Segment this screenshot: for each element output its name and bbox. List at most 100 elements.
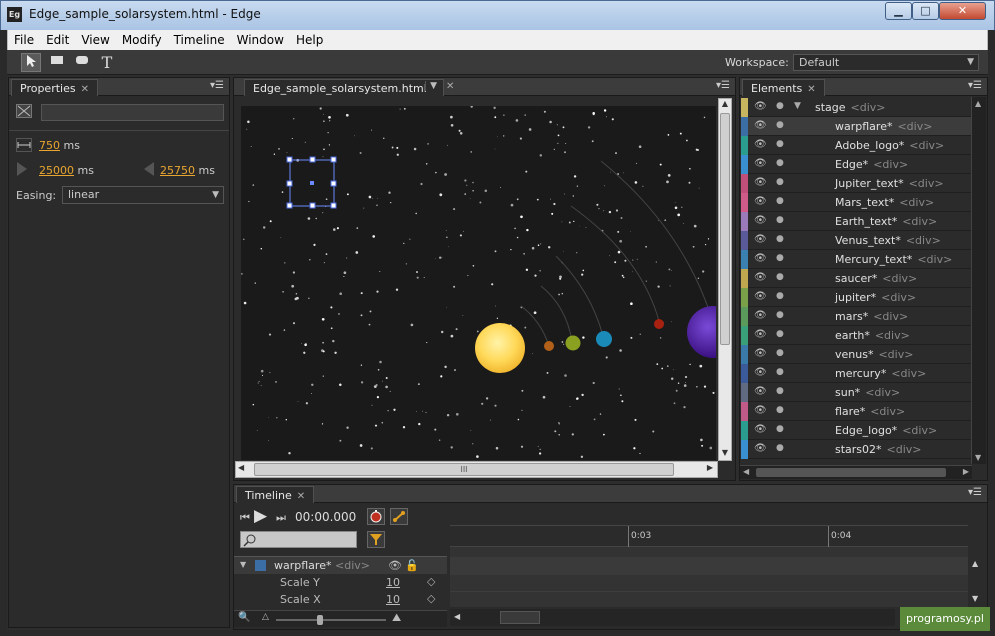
rounded-rectangle-tool-icon[interactable] [72,53,92,72]
go-to-start-icon[interactable]: ⏮ [240,511,250,525]
element-id-input[interactable] [41,104,224,121]
element-row[interactable]: 👁 ● Mercury_text* <div> [741,250,972,269]
element-row[interactable]: 👁 ● mars* <div> [741,307,972,326]
eye-icon[interactable]: 👁 [754,234,767,245]
eye-icon[interactable]: 👁 [754,291,767,302]
menu-file[interactable]: File [8,30,40,47]
element-row[interactable]: 👁 ● Venus_text* <div> [741,231,972,250]
scroll-right-icon[interactable]: ▶ [963,467,969,476]
zoom-icon[interactable]: 🔍 [238,612,250,623]
close-icon[interactable]: ✕ [807,84,815,95]
scroll-left-icon[interactable]: ◀ [238,463,244,472]
timeline-vertical-scrollbar[interactable]: ▲ ▼ [968,556,986,606]
element-row[interactable]: 👁 ● earth* <div> [741,326,972,345]
lock-toggle-icon[interactable]: ● [776,158,784,168]
scroll-thumb[interactable] [756,468,946,477]
close-icon[interactable]: ✕ [297,491,305,502]
jupiter-image[interactable] [687,306,716,358]
panel-menu-icon[interactable]: ▾☰ [968,487,982,498]
end-value[interactable]: 25750 [160,164,195,177]
workspace-select[interactable]: Default ▼ [793,54,979,71]
lock-toggle-icon[interactable]: ● [776,310,784,320]
property-value[interactable]: 10 [386,593,400,606]
chevron-down-icon[interactable]: ▼ [425,81,437,91]
zoom-slider-thumb[interactable] [317,615,323,625]
track-row-element[interactable] [450,557,968,575]
scroll-down-icon[interactable]: ▼ [972,594,978,603]
element-row[interactable]: 👁 ● ▼ stage <div> [741,98,972,117]
expand-arrow-icon[interactable]: ▼ [794,101,801,111]
element-row[interactable]: 👁 ● Mars_text* <div> [741,193,972,212]
element-row[interactable]: 👁 ● sun* <div> [741,383,972,402]
lock-toggle-icon[interactable]: ● [776,329,784,339]
track-row-property[interactable] [450,592,968,607]
filter-button[interactable] [367,531,385,548]
panel-menu-icon[interactable]: ▾☰ [968,80,982,91]
element-row[interactable]: 👁 ● venus* <div> [741,345,972,364]
element-row[interactable]: 👁 ● jupiter* <div> [741,288,972,307]
lock-toggle-icon[interactable]: ● [776,120,784,130]
timeline-horizontal-scrollbar[interactable]: ◀ [450,609,895,626]
eye-icon[interactable]: 👁 [754,386,767,397]
zoom-in-icon[interactable]: ⛰ [392,611,401,625]
lock-toggle-icon[interactable]: ● [776,443,784,453]
auto-transition-button[interactable] [390,508,408,525]
keyframe-diamond-icon[interactable]: ◇ [427,575,435,588]
rectangle-tool-icon[interactable] [47,53,67,72]
mars-image[interactable] [654,319,664,329]
eye-icon[interactable]: 👁 [754,405,767,416]
scroll-thumb[interactable] [720,113,730,345]
lock-toggle-icon[interactable]: ● [776,424,784,434]
panel-menu-icon[interactable]: ▾☰ [210,80,224,91]
lock-toggle-icon[interactable]: ● [776,367,784,377]
scroll-up-icon[interactable]: ▲ [972,559,978,568]
scroll-up-icon[interactable]: ▲ [719,99,731,111]
zoom-slider-track[interactable] [276,619,386,621]
duration-field[interactable]: 750 ms [39,139,80,152]
transform-origin[interactable] [310,181,314,185]
text-tool-icon[interactable]: T [97,53,117,72]
stage-vertical-scrollbar[interactable]: ▲ ▼ [718,98,732,461]
element-row[interactable]: 👁 ● Edge* <div> [741,155,972,174]
menu-edit[interactable]: Edit [40,30,75,47]
eye-icon[interactable]: 👁 [754,348,767,359]
timeline-track-area[interactable]: 0:03 0:04 [450,503,968,607]
panel-menu-icon[interactable]: ▾☰ [716,80,730,91]
scroll-left-icon[interactable]: ◀ [743,467,749,476]
maximize-button[interactable]: □ [912,2,939,20]
eye-icon[interactable]: 👁 [754,101,767,112]
timeline-property-row[interactable]: Scale Y 10 ◇ [234,574,447,591]
start-value[interactable]: 25000 [39,164,74,177]
eye-icon[interactable]: 👁 [754,367,767,378]
element-row[interactable]: 👁 ● warpflare* <div> [741,117,972,136]
menu-timeline[interactable]: Timeline [168,30,231,47]
eye-icon[interactable]: 👁 [388,559,402,572]
easing-select[interactable]: linear ▼ [62,186,224,204]
menu-window[interactable]: Window [231,30,290,47]
track-row-property[interactable] [450,575,968,592]
timeline-element-row[interactable]: ▼ warpflare* <div> 👁 🔓 [234,556,447,574]
lock-toggle-icon[interactable]: ● [776,386,784,396]
eye-icon[interactable]: 👁 [754,158,767,169]
eye-icon[interactable]: 👁 [754,253,767,264]
lock-toggle-icon[interactable]: ● [776,215,784,225]
tab-timeline[interactable]: Timeline ✕ [236,486,315,503]
stage-canvas[interactable] [241,106,716,460]
tab-document[interactable]: Edge_sample_solarsystem.html ▼ [244,79,444,96]
lock-toggle-icon[interactable]: ● [776,405,784,415]
expand-arrow-icon[interactable]: ▼ [240,560,246,569]
menu-modify[interactable]: Modify [116,30,168,47]
element-row[interactable]: 👁 ● Jupiter_text* <div> [741,174,972,193]
eye-icon[interactable]: 👁 [754,177,767,188]
eye-icon[interactable]: 👁 [754,215,767,226]
lock-toggle-icon[interactable]: ● [776,101,784,111]
scroll-up-icon[interactable]: ▲ [975,99,981,108]
selection-tool-icon[interactable] [21,53,41,72]
timeline-search-input[interactable] [240,531,357,548]
menu-help[interactable]: Help [290,30,329,47]
go-to-end-icon[interactable]: ⏭ [276,511,286,525]
property-value[interactable]: 10 [386,576,400,589]
element-row[interactable]: 👁 ● mercury* <div> [741,364,972,383]
scroll-down-icon[interactable]: ▼ [975,453,981,462]
end-time-field[interactable]: 25750 ms [160,164,215,177]
